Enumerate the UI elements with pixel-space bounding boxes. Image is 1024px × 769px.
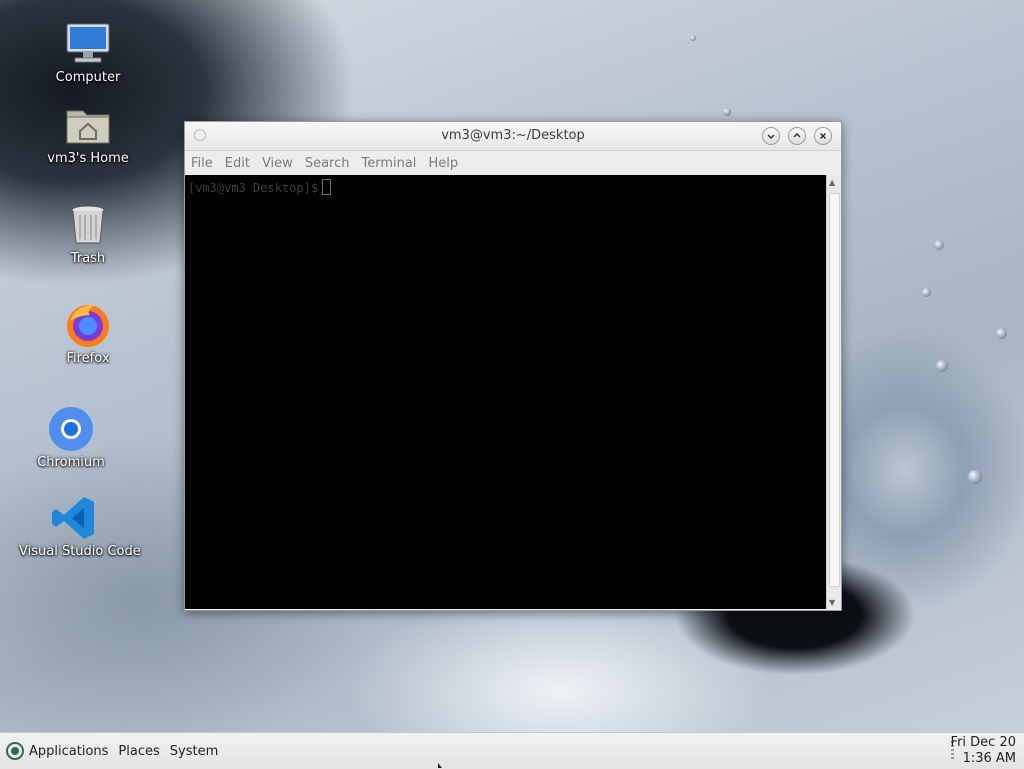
close-icon bbox=[819, 132, 827, 140]
water-drop bbox=[968, 470, 982, 484]
terminal-prompt: [vm3@vm3 Desktop]$ bbox=[188, 179, 332, 195]
menu-view[interactable]: View bbox=[262, 156, 293, 171]
close-button[interactable] bbox=[814, 127, 832, 145]
desktop-icon-label: Firefox bbox=[66, 351, 110, 366]
menu-search[interactable]: Search bbox=[305, 156, 350, 171]
panel-clock[interactable]: Fri Dec 20 1:36 AM bbox=[951, 735, 1016, 767]
clock-date: Fri Dec 20 bbox=[950, 735, 1016, 750]
menu-edit[interactable]: Edit bbox=[225, 156, 250, 171]
mouse-pointer-icon bbox=[438, 763, 442, 768]
water-drop bbox=[934, 240, 944, 250]
vscode-icon bbox=[52, 497, 94, 539]
trash-icon bbox=[71, 205, 105, 244]
prompt-text: [vm3@vm3 Desktop]$ bbox=[188, 181, 319, 195]
minimize-button[interactable] bbox=[762, 127, 780, 145]
minimize-icon bbox=[767, 134, 775, 140]
computer-icon bbox=[66, 23, 110, 63]
clock-time: 1:36 AM bbox=[962, 751, 1016, 766]
system-menu[interactable]: System bbox=[170, 744, 218, 759]
desktop-icon-home[interactable]: vm3's Home bbox=[33, 101, 143, 166]
desktop-icon-firefox[interactable]: Firefox bbox=[33, 301, 143, 366]
desktop-icon-chromium[interactable]: Chromium bbox=[16, 405, 126, 470]
chromium-icon bbox=[49, 407, 93, 451]
window-menubar: File Edit View Search Terminal Help bbox=[185, 151, 841, 175]
places-menu[interactable]: Places bbox=[118, 744, 159, 759]
water-drop bbox=[996, 328, 1007, 339]
maximize-icon bbox=[793, 132, 801, 138]
distro-logo-icon bbox=[6, 742, 24, 760]
terminal-cursor bbox=[322, 179, 332, 195]
menu-help[interactable]: Help bbox=[428, 156, 458, 171]
terminal-area[interactable]: [vm3@vm3 Desktop]$ bbox=[185, 175, 827, 609]
desktop-icon-vscode[interactable]: Visual Studio Code bbox=[19, 494, 141, 559]
panel-menus: Applications Places System bbox=[6, 742, 228, 760]
desktop-icon-label: vm3's Home bbox=[47, 151, 129, 166]
terminal-scrollbar[interactable]: ▲ ▼ bbox=[826, 175, 841, 609]
applications-menu[interactable]: Applications bbox=[29, 744, 108, 759]
desktop-icon-computer[interactable]: Computer bbox=[33, 20, 143, 85]
scrollbar-thumb[interactable] bbox=[829, 193, 840, 587]
water-drop bbox=[690, 35, 696, 41]
window-titlebar[interactable]: vm3@vm3:~/Desktop bbox=[185, 122, 841, 151]
water-drop bbox=[723, 108, 731, 116]
firefox-icon bbox=[67, 305, 109, 347]
water-drop bbox=[922, 288, 931, 297]
terminal-window[interactable]: vm3@vm3:~/Desktop File Edit View Search … bbox=[184, 121, 842, 611]
desktop-icon-label: Trash bbox=[70, 251, 106, 266]
scroll-up-icon[interactable]: ▲ bbox=[829, 178, 835, 187]
window-title: vm3@vm3:~/Desktop bbox=[441, 128, 585, 143]
desktop-icon-label: Chromium bbox=[37, 455, 105, 470]
water-drop bbox=[936, 360, 948, 372]
desktop-icon-trash[interactable]: Trash bbox=[33, 201, 143, 266]
home-folder-icon bbox=[66, 110, 110, 144]
bottom-panel: Applications Places System Fri Dec 20 1:… bbox=[0, 732, 1024, 769]
maximize-button[interactable] bbox=[788, 127, 806, 145]
menu-file[interactable]: File bbox=[191, 156, 213, 171]
scroll-down-icon[interactable]: ▼ bbox=[829, 598, 835, 607]
desktop-icon-label: Computer bbox=[55, 70, 121, 85]
menu-terminal[interactable]: Terminal bbox=[361, 156, 416, 171]
desktop-icon-label: Visual Studio Code bbox=[19, 544, 141, 559]
